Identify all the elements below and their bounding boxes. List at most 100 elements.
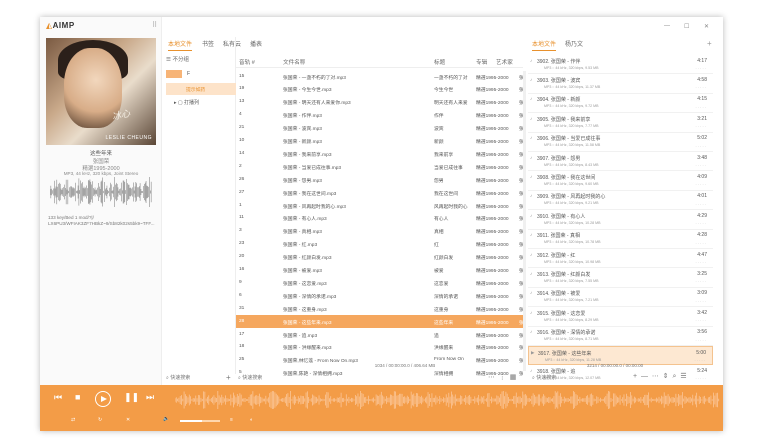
table-row[interactable]: 13张国荣 - 明天还有人来爱你.mp3明天还有人来爱精選1995-2000张国…	[236, 96, 523, 109]
playlist-item-duration: 4:01	[697, 193, 707, 200]
tree-folder-icon[interactable]	[166, 70, 182, 78]
seek-waveform[interactable]	[175, 391, 720, 409]
table-row[interactable]: 3张国荣 - 真相.mp3真相精選1995-2000张国荣	[236, 225, 523, 238]
playlist-item-title: 3909. 张国荣 - 风再起时我的心	[537, 194, 606, 201]
col-title[interactable]: 标题	[434, 58, 445, 66]
rating-stars[interactable]: ·····	[695, 299, 707, 304]
playlist-item[interactable]: ♪ 3908. 张国荣 - 我在这世间 MP3 :: 44 kHz, 320 kbp…	[528, 171, 713, 191]
tree-item[interactable]: F	[187, 71, 190, 77]
rating-stars[interactable]: ·····	[695, 241, 707, 246]
play-button[interactable]	[95, 391, 111, 407]
playlist-tools[interactable]: + — ⋯ ⇕ ⌕ ☰	[633, 372, 723, 382]
stop-icon[interactable]: ■	[75, 393, 80, 402]
table-row[interactable]: 18张国荣 - 洪缘醒来.mp3洪缘醒来精選1995-2000张国荣	[236, 341, 523, 354]
rating-stars[interactable]: ·····	[695, 221, 707, 226]
playlist-item[interactable]: ♪ 3905. 张国荣 - 我来前享 MP3 :: 44 kHz, 320 kbps…	[528, 113, 713, 133]
playlist-item[interactable]: ♪ 3904. 张国荣 - 新颜 MP3 :: 44 kHz, 320 kbps, …	[528, 94, 713, 114]
table-row[interactable]: 23张国荣 - 红.mp3红精選1995-2000张国荣	[236, 238, 523, 251]
table-row[interactable]: 2张国荣 - 当爱已成往事.mp3当爱已成往事精選1995-2000张国荣	[236, 160, 523, 173]
rating-stars[interactable]: ·····	[695, 144, 707, 149]
previous-icon[interactable]: ⏮	[54, 393, 62, 402]
table-row[interactable]: 21张国荣 - 波宾.mp3波宾精選1995-2000张国荣	[236, 122, 523, 135]
table-row[interactable]: 10张国荣 - 新颜.mp3新颜精選1995-2000张国荣	[236, 135, 523, 148]
table-row-selected[interactable]: 28张国荣 - 这些年来.mp3这些年来精選1995-2000张国荣	[236, 315, 523, 328]
table-row[interactable]: 17张国荣 - 追.mp3追精選1995-2000张国荣	[236, 328, 523, 341]
playlist-item[interactable]: ♪ 3910. 张国荣 - 有心人 MP3 :: 44 kHz, 320 kbps,…	[528, 210, 713, 230]
rating-stars[interactable]: ·····	[694, 358, 706, 363]
crossfade-icon[interactable]: ✕	[126, 417, 130, 423]
col-filename[interactable]: 文件名称	[283, 58, 305, 66]
table-row[interactable]: 9张国荣 - 这恋爱.mp3这恋爱精選1995-2000张国荣	[236, 276, 523, 289]
close-button[interactable]: ✕	[704, 23, 709, 30]
volume-slider[interactable]	[180, 420, 220, 422]
playlist-item[interactable]: ♪ 3914. 张国荣 - 被爱 MP3 :: 44 kHz, 320 kbps, …	[528, 288, 713, 308]
tab-playlist-yang[interactable]: 杨乃文	[565, 39, 583, 48]
rating-stars[interactable]: ·····	[695, 105, 707, 110]
tab-playlist-local[interactable]: 本地文件	[532, 39, 557, 51]
col-album[interactable]: 专辑	[476, 58, 487, 66]
rating-stars[interactable]: ·····	[695, 66, 707, 71]
balance-icon[interactable]: ◐	[250, 417, 253, 423]
table-row[interactable]: 26张国荣 - 怨男.mp3怨男精選1995-2000张国荣	[236, 173, 523, 186]
table-row[interactable]: 19张国荣 - 今生今世.mp3今生今世精選1995-2000张国荣	[236, 83, 523, 96]
playlist-item[interactable]: ♪ 3906. 张国荣 - 当爱已成往事 MP3 :: 44 kHz, 320 kb…	[528, 133, 713, 152]
rating-stars[interactable]: ·····	[695, 260, 707, 265]
rating-stars[interactable]: ·····	[695, 85, 707, 90]
repeat-icon[interactable]: ↻	[98, 417, 102, 423]
maximize-button[interactable]: ☐	[684, 23, 689, 30]
file-list-tools[interactable]: ⋯ ⋮ ▦	[488, 373, 528, 383]
tree-search[interactable]: ⌕ 快速搜索 +	[166, 373, 236, 384]
col-artist[interactable]: 艺术家	[496, 58, 513, 66]
tab-charts[interactable]: 播表	[250, 39, 262, 48]
playlist-item[interactable]: ♪ 3909. 张国荣 - 风再起时我的心 MP3 :: 44 kHz, 320 k…	[528, 191, 713, 211]
tree-item-playlists[interactable]: ▸ ▢ 打播列	[174, 99, 199, 106]
tree-item-selected[interactable]: 提示如药	[166, 83, 236, 95]
cell-track: 6	[239, 292, 242, 298]
aimp-window: ◭AIMP ⠿ 冰心 LESLIE CHEUNG 这些年来 张国荣 精選1995…	[40, 17, 723, 431]
playlist-item[interactable]: ♪ 3903. 张国荣 - 波宾 MP3 :: 44 kHz, 320 kbps, …	[528, 74, 713, 94]
playlist-item[interactable]: ♪ 3907. 张国荣 - 怨男 MP3 :: 44 kHz, 320 kbps, …	[528, 152, 713, 172]
group-selector[interactable]: ☰ 不分组	[166, 55, 236, 67]
rating-stars[interactable]: ·····	[695, 163, 707, 168]
rating-stars[interactable]: ·····	[695, 124, 707, 129]
playlist-item[interactable]: ♪ 3915. 张国荣 - 这恋爱 MP3 :: 44 kHz, 320 kbps,…	[528, 307, 713, 327]
add-playlist-icon[interactable]: +	[707, 39, 712, 48]
cell-track: 13	[239, 99, 245, 105]
playlist-item-title: 3911. 张国荣 - 真相	[537, 233, 580, 240]
playlist-item[interactable]: ♪ 3902. 张国荣 - 作伴 MP3 :: 44 kHz, 320 kbps, …	[528, 55, 713, 75]
table-row[interactable]: 31张国荣 - 这重身.mp3这重身精選1995-2000张国荣	[236, 302, 523, 315]
rating-stars[interactable]: ·····	[695, 318, 707, 323]
table-row[interactable]: 6张国荣 - 深情的承诺.mp3深情的承诺精選1995-2000张国荣	[236, 289, 523, 302]
table-row[interactable]: 1张国荣 - 风再起时我的心.mp3风再起时我的心精選1995-2000张国荣	[236, 199, 523, 212]
playlist-search[interactable]: ⌕ 快速搜索	[532, 374, 582, 384]
rating-stars[interactable]: ·····	[695, 279, 707, 284]
table-row[interactable]: 11张国荣 - 有心人.mp3有心人精選1995-2000张国荣	[236, 212, 523, 225]
file-list-scrollbar[interactable]	[523, 71, 526, 371]
playlist-item-info: MP3 :: 44 kHz, 320 kbps, 9.21 MB	[544, 201, 599, 206]
pin-icon[interactable]: ⠿	[152, 21, 157, 29]
playlist-item[interactable]: ♪ 3913. 张国荣 - 红颜白发 MP3 :: 44 kHz, 320 kbps…	[528, 268, 713, 288]
rating-stars[interactable]: ·····	[695, 202, 707, 207]
add-icon[interactable]: +	[226, 373, 231, 382]
file-search[interactable]: ⌕ 快速搜索	[238, 374, 288, 384]
shuffle-icon[interactable]: ⇄	[71, 417, 75, 423]
minimize-button[interactable]: —	[664, 23, 670, 29]
playlist-item[interactable]: ♪ 3916. 张国荣 - 深情的承诺 MP3 :: 44 kHz, 320 kbp…	[528, 327, 713, 346]
pause-icon[interactable]: ❚❚	[124, 393, 139, 402]
playlist-item[interactable]: ♪ 3912. 张国荣 - 红 MP3 :: 44 kHz, 320 kbps, 1…	[528, 249, 713, 269]
table-row[interactable]: 27张国荣 - 我在这世间.mp3我在这世间精選1995-2000张国荣	[236, 186, 523, 199]
cell-album: 精選1995-2000	[476, 217, 509, 223]
next-icon[interactable]: ⏭	[146, 393, 154, 402]
col-track[interactable]: 音轨 #	[239, 58, 255, 66]
table-row[interactable]: 16张国荣 - 被爱.mp3被爱精選1995-2000张国荣	[236, 264, 523, 277]
equalizer-icon[interactable]: ≡	[230, 417, 233, 423]
rating-stars[interactable]: ·····	[695, 338, 707, 343]
table-row[interactable]: 20张国荣 - 红颜白发.mp3红颜白发精選1995-2000张国荣	[236, 251, 523, 264]
file-icon: ♪	[530, 329, 533, 335]
cell-album: 精選1995-2000	[476, 140, 509, 145]
rating-stars[interactable]: ·····	[695, 182, 707, 187]
table-row[interactable]: 15张国荣 - 一盏不朽的了对.mp3一盏不朽的了对精選1995-2000张国荣	[236, 70, 523, 83]
table-row[interactable]: 14张国荣 - 我来前享.mp3我来前享精選1995-2000张国荣	[236, 147, 523, 160]
playlist-item[interactable]: ♪ 3911. 张国荣 - 真相 MP3 :: 44 kHz, 320 kbps, …	[528, 230, 713, 249]
table-row[interactable]: 4张国荣 - 作伴.mp3作伴精選1995-2000张国荣	[236, 109, 523, 122]
